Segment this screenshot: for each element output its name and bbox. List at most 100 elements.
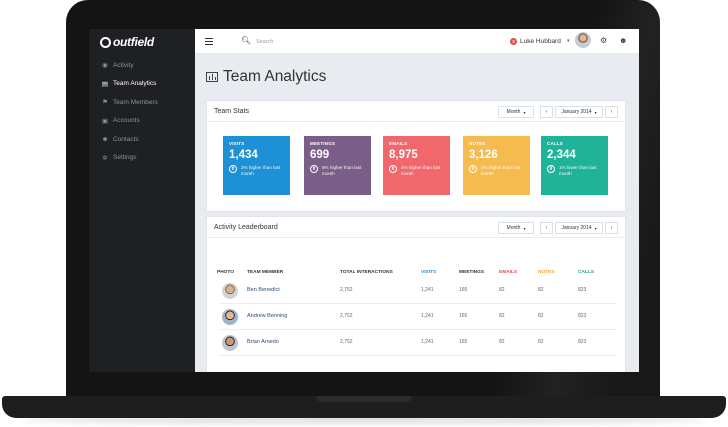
next-button[interactable]: › [605, 222, 618, 234]
table-row[interactable]: Brian Arnedo 2,752 1,241 165 82 82 823 [219, 330, 617, 356]
cell-calls: 823 [578, 313, 587, 319]
avatar [222, 309, 238, 325]
add-user-icon[interactable]: ☻︎ [619, 36, 627, 45]
sidebar-item-label: Team Members [113, 98, 158, 106]
notification-badge[interactable]: 3 [510, 38, 517, 45]
app-screen: outfield ◉ Activity ▤ Team Analytics ⚑ Team… [89, 29, 639, 372]
activity-icon: ◉ [102, 62, 108, 70]
gear-icon: ✲ [102, 154, 108, 162]
stat-card-value: 1,434 [229, 149, 258, 161]
hamburger-menu-icon[interactable] [205, 38, 213, 46]
cell-emails: 82 [499, 287, 505, 293]
sidebar-item-activity[interactable]: ◉ Activity [89, 56, 195, 75]
cell-meetings: 165 [459, 339, 468, 345]
chevron-down-icon[interactable]: ▾ [567, 38, 570, 44]
sidebar-item-team-analytics[interactable]: ▤ Team Analytics [89, 75, 195, 94]
chevron-left-icon: ‹ [545, 109, 548, 115]
cell-visits: 1,241 [421, 313, 434, 319]
stat-card-meetings[interactable]: MEETINGS 699 ⬆ 5% higher than last month [304, 136, 371, 195]
team-member-name[interactable]: Ben Benedict [247, 287, 280, 293]
period-select[interactable]: Month ▾ [498, 222, 534, 234]
page-title-text: Team Analytics [223, 68, 327, 85]
sidebar-item-team-members[interactable]: ⚑ Team Members [89, 93, 195, 112]
stat-card-note: 1% lower than last month [559, 165, 597, 176]
stat-card-note: 4% higher than last month [401, 165, 441, 176]
cell-total: 2,752 [340, 313, 353, 319]
panel-header: Activity Leaderboard Month ▾ ‹ January 20… [207, 217, 625, 238]
column-header[interactable]: PHOTO [217, 270, 234, 275]
main-content: Team Analytics Team Stats Month ▾ ‹ Janua… [195, 54, 639, 372]
team-member-name[interactable]: Andrew Benning [247, 313, 287, 319]
table-row[interactable]: Andrew Benning 2,752 1,241 165 82 82 823 [219, 304, 617, 330]
cell-emails: 82 [499, 313, 505, 319]
cell-emails: 82 [499, 339, 505, 345]
date-select-value: January 2014 [561, 225, 592, 231]
stat-card-calls[interactable]: CALLS 2,344 ⬇ 1% lower than last month [541, 136, 608, 195]
cell-total: 2,752 [340, 287, 353, 293]
period-select-value: Month [506, 225, 521, 231]
sidebar-item-label: Accounts [113, 117, 140, 125]
chevron-down-icon: ▾ [523, 109, 526, 115]
stat-card-footer: ⬆ 4% higher than last month [389, 165, 444, 177]
stat-card-emails[interactable]: EMAILS 8,975 ⬆ 4% higher than last month [383, 136, 450, 195]
trend-arrow-icon: ⬇ [547, 165, 555, 173]
leaderboard-panel: Activity Leaderboard Month ▾ ‹ January 20… [206, 216, 626, 372]
sidebar-item-settings[interactable]: ✲ Settings [89, 149, 195, 168]
avatar[interactable] [575, 32, 591, 48]
cell-calls: 823 [578, 339, 587, 345]
prev-button[interactable]: ‹ [540, 106, 553, 118]
cell-total: 2,752 [340, 339, 353, 345]
cell-meetings: 165 [459, 313, 468, 319]
date-select[interactable]: January 2014 ▾ [555, 222, 603, 234]
sidebar-item-label: Activity [113, 61, 134, 69]
column-header[interactable]: TEAM MEMBER [247, 270, 283, 275]
column-header[interactable]: NOTES [538, 270, 555, 275]
column-header[interactable]: MEETINGS [459, 270, 484, 275]
stat-card-label: CALLS [547, 141, 563, 146]
sidebar-item-contacts[interactable]: ☻ Contacts [89, 130, 195, 149]
search-input[interactable] [256, 36, 356, 47]
sidebar-item-accounts[interactable]: ▣ Accounts [89, 112, 195, 131]
column-header[interactable]: EMAILS [499, 270, 517, 275]
stat-card-notes[interactable]: NOTES 3,126 ⬆ 2% higher than last month [463, 136, 530, 195]
column-header[interactable]: VISITS [421, 270, 436, 275]
chevron-down-icon: ▾ [594, 225, 597, 231]
team-member-name[interactable]: Brian Arnedo [247, 339, 279, 345]
stat-card-visits[interactable]: VISITS 1,434 ⬆ 2% higher than last month [223, 136, 290, 195]
topbar: 🔍︎ 3 Luke Hubbard ▾ ⚙︎ ☻︎ [195, 29, 639, 54]
logo[interactable]: outfield [100, 34, 154, 50]
chart-icon: ▤ [101, 80, 109, 88]
page-title: Team Analytics [206, 68, 326, 86]
chevron-down-icon: ▾ [523, 225, 526, 231]
team-stats-panel: Team Stats Month ▾ ‹ January 2014 ▾ › VISI… [206, 100, 626, 212]
chevron-down-icon: ▾ [594, 109, 597, 115]
next-button[interactable]: › [605, 106, 618, 118]
user-menu[interactable]: Luke Hubbard [520, 38, 561, 45]
laptop-base [2, 396, 726, 418]
date-select-value: January 2014 [561, 109, 592, 115]
chevron-right-icon: › [610, 109, 613, 115]
chevron-right-icon: › [610, 225, 613, 231]
sidebar: outfield ◉ Activity ▤ Team Analytics ⚑ Team… [89, 29, 195, 372]
column-header[interactable]: CALLS [578, 270, 594, 275]
stat-card-value: 8,975 [389, 149, 418, 161]
sidebar-item-label: Settings [113, 154, 137, 162]
panel-header: Team Stats Month ▾ ‹ January 2014 ▾ › [207, 101, 625, 122]
period-select-value: Month [506, 109, 521, 115]
trend-arrow-icon: ⬆ [469, 165, 477, 173]
table-row[interactable]: Ben Benedict 2,752 1,241 165 82 82 823 [219, 278, 617, 304]
gear-icon[interactable]: ⚙︎ [600, 36, 607, 45]
briefcase-icon: ▣ [101, 117, 109, 125]
period-select[interactable]: Month ▾ [498, 106, 534, 118]
date-select[interactable]: January 2014 ▾ [555, 106, 603, 118]
stat-card-label: NOTES [469, 141, 486, 146]
trend-arrow-icon: ⬆ [229, 165, 237, 173]
cell-visits: 1,241 [421, 287, 434, 293]
search-icon[interactable]: 🔍︎ [241, 36, 251, 45]
stat-card-note: 2% higher than last month [481, 165, 521, 176]
prev-button[interactable]: ‹ [540, 222, 553, 234]
stat-card-label: MEETINGS [310, 141, 336, 146]
stat-card-label: VISITS [229, 141, 245, 146]
column-header[interactable]: TOTAL INTERACTIONS [340, 270, 393, 275]
laptop-notch [316, 396, 412, 402]
